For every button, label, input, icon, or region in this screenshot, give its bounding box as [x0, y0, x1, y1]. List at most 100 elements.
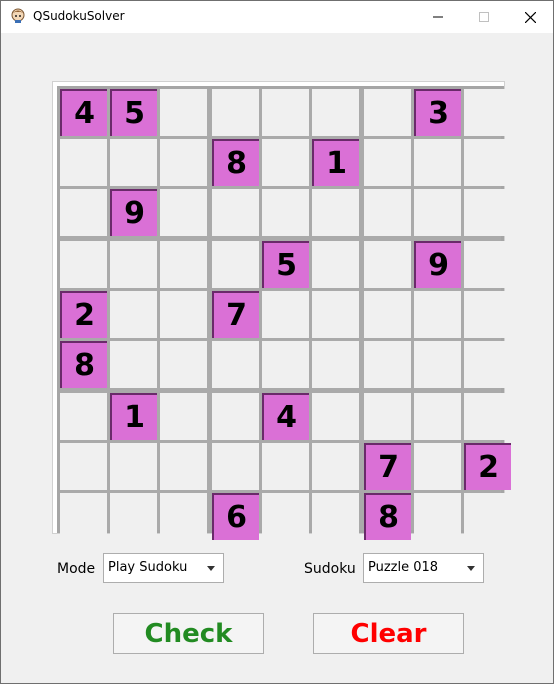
sudoku-cell[interactable] [60, 139, 107, 186]
sudoku-cell[interactable] [414, 443, 461, 490]
sudoku-cell[interactable] [110, 139, 157, 186]
sudoku-cell[interactable] [262, 493, 309, 540]
sudoku-cell[interactable] [60, 493, 107, 540]
sudoku-cell[interactable] [160, 341, 207, 388]
sudoku-cell[interactable] [160, 139, 207, 186]
sudoku-cell[interactable] [160, 189, 207, 236]
sudoku-cell[interactable] [212, 393, 259, 440]
sudoku-cell[interactable] [464, 89, 511, 136]
mode-select[interactable]: Play Sudoku [103, 553, 224, 583]
sudoku-cell[interactable]: 1 [110, 393, 157, 440]
sudoku-cell[interactable] [464, 291, 511, 338]
close-button[interactable] [507, 1, 553, 33]
sudoku-cell[interactable] [312, 291, 359, 338]
sudoku-cell[interactable] [110, 493, 157, 540]
sudoku-cell[interactable] [464, 241, 511, 288]
sudoku-cell[interactable] [160, 443, 207, 490]
sudoku-cell[interactable]: 2 [464, 443, 511, 490]
sudoku-cell[interactable] [60, 241, 107, 288]
sudoku-cell[interactable] [160, 493, 207, 540]
chevron-down-icon [467, 566, 475, 571]
sudoku-label: Sudoku [304, 561, 356, 577]
window-title: QSudokuSolver [33, 9, 125, 23]
sudoku-cell[interactable] [312, 443, 359, 490]
sudoku-cell[interactable]: 3 [414, 89, 461, 136]
sudoku-cell[interactable] [364, 291, 411, 338]
sudoku-cell[interactable]: 9 [110, 189, 157, 236]
sudoku-cell[interactable] [212, 341, 259, 388]
sudoku-cell[interactable] [312, 393, 359, 440]
sudoku-cell[interactable] [414, 291, 461, 338]
sudoku-cell[interactable] [110, 291, 157, 338]
maximize-icon [479, 12, 489, 22]
puzzle-select[interactable]: Puzzle 018 [363, 553, 484, 583]
sudoku-cell[interactable] [110, 443, 157, 490]
sudoku-cell[interactable] [464, 393, 511, 440]
sudoku-cell[interactable] [212, 89, 259, 136]
sudoku-cell[interactable]: 4 [262, 393, 309, 440]
sudoku-cell[interactable] [60, 189, 107, 236]
sudoku-cell[interactable] [414, 341, 461, 388]
sudoku-cell[interactable] [262, 341, 309, 388]
sudoku-cell[interactable] [60, 393, 107, 440]
chevron-down-icon [207, 566, 215, 571]
sudoku-cell[interactable] [262, 139, 309, 186]
sudoku-cell[interactable] [212, 241, 259, 288]
sudoku-cell[interactable]: 7 [212, 291, 259, 338]
sudoku-cell[interactable] [364, 189, 411, 236]
sudoku-cell[interactable] [160, 241, 207, 288]
sudoku-cell[interactable] [464, 189, 511, 236]
sudoku-cell[interactable] [212, 189, 259, 236]
sudoku-cell[interactable] [364, 241, 411, 288]
sudoku-cell[interactable]: 6 [212, 493, 259, 540]
sudoku-cell[interactable] [364, 139, 411, 186]
sudoku-cell[interactable]: 8 [364, 493, 411, 540]
sudoku-cell[interactable] [414, 189, 461, 236]
clear-button[interactable]: Clear [313, 613, 464, 654]
puzzle-select-value: Puzzle 018 [368, 560, 439, 575]
sudoku-cell[interactable] [364, 393, 411, 440]
sudoku-cell[interactable] [312, 341, 359, 388]
sudoku-cell[interactable]: 4 [60, 89, 107, 136]
sudoku-cell[interactable] [414, 139, 461, 186]
sudoku-cell[interactable]: 1 [312, 139, 359, 186]
app-icon [10, 8, 26, 24]
sudoku-cell[interactable] [262, 189, 309, 236]
sudoku-cell[interactable] [312, 493, 359, 540]
sudoku-cell[interactable] [60, 443, 107, 490]
maximize-button[interactable] [461, 1, 507, 33]
sudoku-board: 45381959278147268 [53, 82, 511, 540]
sudoku-cell[interactable] [464, 341, 511, 388]
sudoku-cell[interactable] [160, 393, 207, 440]
sudoku-cell[interactable] [312, 89, 359, 136]
sudoku-cell[interactable] [262, 291, 309, 338]
sudoku-cell[interactable]: 8 [60, 341, 107, 388]
sudoku-cell[interactable] [160, 89, 207, 136]
sudoku-cell[interactable] [110, 341, 157, 388]
minimize-icon [433, 16, 443, 18]
sudoku-cell[interactable]: 5 [110, 89, 157, 136]
sudoku-cell[interactable] [464, 139, 511, 186]
sudoku-cell[interactable] [110, 241, 157, 288]
sudoku-cell[interactable] [160, 291, 207, 338]
sudoku-cell[interactable]: 9 [414, 241, 461, 288]
sudoku-cell[interactable] [464, 493, 511, 540]
sudoku-cell[interactable] [414, 493, 461, 540]
sudoku-cell[interactable] [262, 443, 309, 490]
sudoku-cell[interactable]: 5 [262, 241, 309, 288]
sudoku-cell[interactable] [212, 443, 259, 490]
sudoku-cell[interactable] [364, 341, 411, 388]
sudoku-cell[interactable] [312, 241, 359, 288]
title-bar[interactable]: QSudokuSolver [1, 1, 553, 33]
sudoku-cell[interactable]: 8 [212, 139, 259, 186]
mode-select-value: Play Sudoku [108, 560, 188, 575]
sudoku-cell[interactable] [262, 89, 309, 136]
sudoku-cell[interactable] [364, 89, 411, 136]
minimize-button[interactable] [415, 1, 461, 33]
sudoku-grid: 45381959278147268 [57, 86, 511, 540]
sudoku-cell[interactable] [312, 189, 359, 236]
sudoku-cell[interactable]: 2 [60, 291, 107, 338]
sudoku-cell[interactable]: 7 [364, 443, 411, 490]
sudoku-cell[interactable] [414, 393, 461, 440]
check-button[interactable]: Check [113, 613, 264, 654]
